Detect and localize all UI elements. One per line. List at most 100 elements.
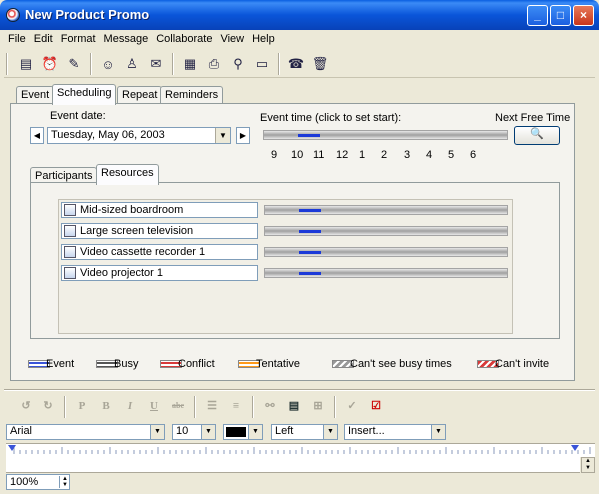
toolbar-grip xyxy=(6,53,8,75)
image-icon[interactable]: ⊞ xyxy=(308,396,328,416)
underline-icon[interactable]: U xyxy=(144,396,164,416)
hour-label: 11 xyxy=(313,149,325,161)
tab-reminders[interactable]: Reminders xyxy=(160,86,224,104)
menu-edit[interactable]: Edit xyxy=(30,30,57,48)
folder-icon[interactable]: ▭ xyxy=(252,54,272,74)
italic-icon[interactable]: I xyxy=(120,396,140,416)
zoom-value: 100% xyxy=(10,476,39,488)
resource-timeline[interactable] xyxy=(264,205,508,215)
send-icon[interactable]: ▤ xyxy=(16,54,36,74)
event-time-bar[interactable] xyxy=(263,130,508,140)
font-size-select[interactable]: 10 ▼ xyxy=(172,424,216,440)
tab-event[interactable]: Event xyxy=(16,86,55,104)
resource-name[interactable]: Mid-sized boardroom xyxy=(61,202,258,218)
contacts-icon[interactable]: ☺ xyxy=(98,54,118,74)
event-time-label: Event time (click to set start): xyxy=(260,112,402,124)
resource-timeline[interactable] xyxy=(264,268,508,278)
prev-date-button[interactable]: ◀ xyxy=(30,127,44,144)
minimize-button[interactable]: _ xyxy=(527,5,548,26)
chevron-down-icon: ▼ xyxy=(201,425,215,439)
task-check-icon[interactable]: ☑ xyxy=(366,396,386,416)
toolbar-separator xyxy=(64,396,66,418)
chevron-down-icon: ▼ xyxy=(431,425,445,439)
resource-event-marker xyxy=(299,251,321,254)
indent-icon[interactable]: ≡ xyxy=(226,396,246,416)
next-date-button[interactable]: ▶ xyxy=(236,127,250,144)
insert-select[interactable]: Insert... ▼ xyxy=(344,424,446,440)
toolbar-separator xyxy=(334,396,336,418)
close-button[interactable]: × xyxy=(573,5,594,26)
toolbar-separator xyxy=(194,396,196,418)
link-icon[interactable]: ⚯ xyxy=(260,396,280,416)
menu-format[interactable]: Format xyxy=(57,30,100,48)
strikethrough-icon[interactable]: abc xyxy=(168,396,188,416)
ruler-ticks xyxy=(8,445,591,454)
resource-event-marker xyxy=(299,272,321,275)
ruler[interactable] xyxy=(6,443,595,457)
find-icon[interactable]: ⚲ xyxy=(228,54,248,74)
description-editor[interactable] xyxy=(6,457,580,473)
hour-label: 6 xyxy=(470,149,477,161)
user-icon[interactable]: ♙ xyxy=(122,54,142,74)
resource-label: Video cassette recorder 1 xyxy=(80,246,206,258)
resource-icon xyxy=(64,204,76,216)
undo-icon[interactable]: ↺ xyxy=(16,396,36,416)
chevron-down-icon: ▼ xyxy=(248,425,262,439)
toolbar-separator xyxy=(172,53,174,75)
menu-message[interactable]: Message xyxy=(100,30,153,48)
toolbar-separator xyxy=(278,53,280,75)
window-title: New Product Promo xyxy=(25,7,150,22)
menu-help[interactable]: Help xyxy=(248,30,279,48)
delete-icon[interactable]: 🗑 xyxy=(310,54,330,74)
table-icon[interactable]: ▤ xyxy=(284,396,304,416)
resource-name[interactable]: Video cassette recorder 1 xyxy=(61,244,258,260)
edit-note-icon[interactable]: ✎ xyxy=(64,54,84,74)
plain-text-icon[interactable]: P xyxy=(72,396,92,416)
toolbar-separator xyxy=(90,53,92,75)
chevron-down-icon: ▼ xyxy=(150,425,164,439)
zoom-select[interactable]: 100% ▲ ▼ xyxy=(6,474,70,490)
left-indent-marker xyxy=(8,445,16,451)
menu-collaborate[interactable]: Collaborate xyxy=(152,30,216,48)
resource-event-marker xyxy=(299,230,321,233)
resource-name[interactable]: Video projector 1 xyxy=(61,265,258,281)
alignment-select[interactable]: Left ▼ xyxy=(271,424,338,440)
tab-repeat[interactable]: Repeat xyxy=(117,86,163,104)
resource-event-marker xyxy=(299,209,321,212)
font-family-select[interactable]: Arial ▼ xyxy=(6,424,165,440)
format-toolbar: ↺ ↻ P B I U abc ☰ ≡ ⚯ ▤ ⊞ ✓ ☑ xyxy=(4,393,595,419)
resource-timeline[interactable] xyxy=(264,226,508,236)
legend-label: Event xyxy=(46,358,75,370)
event-date-label: Event date: xyxy=(50,110,106,122)
magnifier-icon: 🔍 xyxy=(530,128,544,140)
event-time-marker xyxy=(298,134,320,137)
tab-resources[interactable]: Resources xyxy=(96,164,159,185)
maximize-button[interactable]: □ xyxy=(550,5,571,26)
resource-icon xyxy=(64,267,76,279)
address-book-icon[interactable]: ✉ xyxy=(146,54,166,74)
bullet-list-icon[interactable]: ☰ xyxy=(202,396,222,416)
event-date-select[interactable]: Tuesday, May 06, 2003 ▼ xyxy=(47,127,231,144)
next-free-time-button[interactable]: 🔍 xyxy=(514,126,560,145)
resource-timeline[interactable] xyxy=(264,247,508,257)
hour-label: 5 xyxy=(448,149,455,161)
legend-label: Can't see busy times xyxy=(350,358,452,370)
resource-icon xyxy=(64,246,76,258)
calendar-icon[interactable]: ▦ xyxy=(180,54,200,74)
bold-icon[interactable]: B xyxy=(96,396,116,416)
resource-label: Video projector 1 xyxy=(80,267,163,279)
editor-scroll-arrows[interactable]: ▲ ▼ xyxy=(581,457,595,473)
phone-icon[interactable]: ☎ xyxy=(286,54,306,74)
menu-file[interactable]: File xyxy=(4,30,30,48)
print-icon[interactable]: ⎙ xyxy=(204,54,224,74)
spell-check-icon[interactable]: ✓ xyxy=(342,396,362,416)
menu-view[interactable]: View xyxy=(216,30,248,48)
alarm-clock-icon[interactable]: ⏰ xyxy=(40,54,60,74)
zoom-spinner-icon: ▲ ▼ xyxy=(59,476,68,488)
redo-icon[interactable]: ↻ xyxy=(38,396,58,416)
resource-name[interactable]: Large screen television xyxy=(61,223,258,239)
tab-scheduling[interactable]: Scheduling xyxy=(52,84,117,105)
hour-label: 10 xyxy=(291,149,304,161)
toolbar-separator xyxy=(252,396,254,418)
font-color-select[interactable]: ▼ xyxy=(223,424,263,440)
